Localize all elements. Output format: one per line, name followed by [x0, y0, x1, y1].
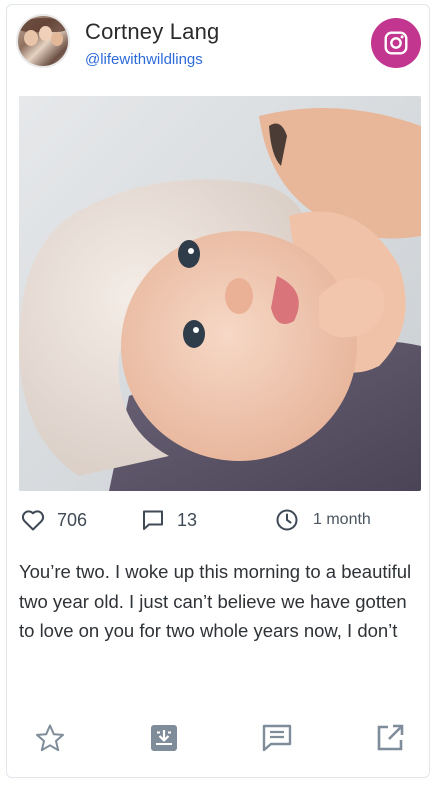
post-header: Cortney Lang @lifewithwildlings [7, 5, 429, 85]
author-handle[interactable]: @lifewithwildlings [85, 51, 203, 68]
star-icon [36, 724, 64, 752]
comments-count: 13 [177, 509, 198, 530]
post-stats: 706 13 1 month [7, 505, 429, 535]
post-caption: You’re two. I woke up this morning to a … [19, 561, 412, 641]
post-time: 1 month [313, 511, 371, 528]
comments-stat[interactable]: 13 [141, 505, 197, 535]
message-button[interactable] [260, 721, 294, 755]
likes-count: 706 [57, 509, 88, 530]
message-icon [262, 724, 292, 752]
download-icon [151, 725, 177, 751]
download-button[interactable] [147, 721, 181, 755]
action-bar [7, 717, 429, 757]
post-card: Cortney Lang @lifewithwildlings 706 13 1… [6, 4, 430, 778]
open-external-button[interactable] [373, 721, 407, 755]
author-name[interactable]: Cortney Lang [85, 19, 220, 45]
heart-icon [21, 510, 45, 531]
comment-icon [143, 510, 163, 530]
likes-stat[interactable]: 706 [21, 505, 87, 535]
time-stat: 1 month [275, 505, 371, 535]
external-link-icon [377, 724, 404, 751]
instagram-icon[interactable] [371, 18, 421, 68]
favorite-button[interactable] [33, 721, 67, 755]
avatar[interactable] [16, 14, 70, 68]
post-photo[interactable] [19, 96, 421, 491]
clock-icon [276, 509, 298, 531]
